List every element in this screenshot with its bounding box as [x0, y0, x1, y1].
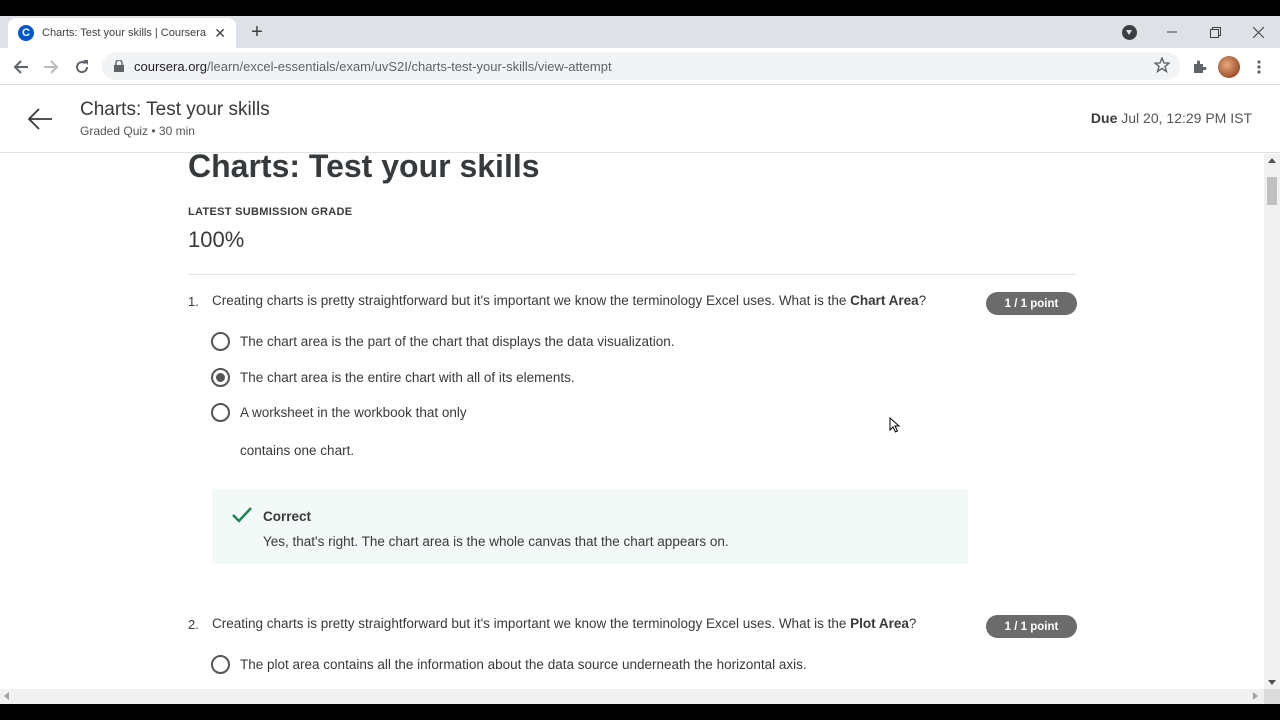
checkmark-icon: [232, 507, 252, 528]
divider: [188, 274, 1077, 275]
browser-toolbar: coursera.org/learn/excel-essentials/exam…: [0, 48, 1280, 85]
due-value: Jul 20, 12:29 PM IST: [1121, 110, 1252, 126]
radio-button[interactable]: [211, 332, 230, 351]
tab-title: Charts: Test your skills | Coursera: [42, 27, 207, 39]
grade-value: 100%: [188, 227, 245, 252]
answer-option[interactable]: A worksheet in the workbook that only: [211, 403, 467, 422]
header-title: Charts: Test your skills: [80, 99, 270, 120]
reload-icon[interactable]: [69, 54, 95, 80]
browser-tab[interactable]: C Charts: Test your skills | Coursera ✕: [8, 18, 236, 48]
radio-button[interactable]: [211, 655, 230, 674]
scroll-left-icon[interactable]: [4, 692, 9, 700]
question-number: 2.: [188, 617, 199, 632]
tab-close-icon[interactable]: ✕: [214, 25, 226, 42]
answer-option[interactable]: The chart area is the entire chart with …: [211, 368, 575, 387]
profile-avatar[interactable]: [1216, 54, 1242, 80]
address-bar[interactable]: coursera.org/learn/excel-essentials/exam…: [102, 52, 1180, 80]
browser-menu-icon[interactable]: [1246, 54, 1272, 80]
due-label: Due: [1090, 110, 1118, 126]
scroll-up-icon[interactable]: [1268, 158, 1276, 163]
coursera-favicon-icon: C: [18, 25, 34, 41]
minimize-icon[interactable]: [1150, 16, 1194, 48]
quiz-content: Charts: Test your skills LATEST SUBMISSI…: [0, 154, 1264, 689]
question-number: 1.: [188, 294, 199, 309]
new-tab-plus-icon[interactable]: +: [246, 22, 268, 44]
scroll-down-icon[interactable]: [1268, 680, 1276, 685]
mouse-cursor-icon: [889, 416, 901, 438]
question-text: Creating charts is pretty straightforwar…: [212, 293, 927, 308]
points-badge: 1 / 1 point: [986, 292, 1077, 315]
option-label: The chart area is the part of the chart …: [240, 334, 675, 349]
vertical-scrollbar[interactable]: [1264, 154, 1280, 689]
quiz-header: Charts: Test your skills Graded Quiz • 3…: [0, 85, 1280, 153]
lock-icon: [114, 60, 124, 72]
question-text: Creating charts is pretty straightforwar…: [212, 616, 917, 631]
option-label: The chart area is the entire chart with …: [240, 370, 575, 385]
feedback-box: Correct Yes, that's right. The chart are…: [212, 489, 968, 564]
points-badge: 1 / 1 point: [986, 615, 1077, 638]
page: Charts: Test your skills Graded Quiz • 3…: [0, 85, 1280, 704]
back-icon[interactable]: [8, 54, 34, 80]
extensions-puzzle-icon[interactable]: [1186, 54, 1212, 80]
quiz-title: Charts: Test your skills: [188, 154, 540, 184]
answer-option[interactable]: The plot area contains all the informati…: [211, 655, 807, 674]
close-window-icon[interactable]: [1236, 16, 1280, 48]
forward-icon[interactable]: [38, 54, 64, 80]
option-label: The plot area contains all the informati…: [240, 657, 807, 672]
scrollbar-thumb[interactable]: [1267, 177, 1277, 205]
restore-icon[interactable]: [1193, 16, 1237, 48]
url-host: coursera.org: [134, 58, 207, 74]
back-arrow-icon[interactable]: [26, 105, 54, 133]
browser-titlebar: C Charts: Test your skills | Coursera ✕ …: [0, 16, 1280, 48]
bookmark-star-icon[interactable]: [1153, 56, 1171, 76]
feedback-text: Yes, that's right. The chart area is the…: [263, 534, 729, 549]
option-label: A worksheet in the workbook that only: [240, 405, 467, 420]
feedback-title: Correct: [263, 509, 312, 524]
url-path: /learn/excel-essentials/exam/uvS2I/chart…: [206, 58, 612, 74]
option-label-continuation: contains one chart.: [240, 443, 355, 458]
scroll-right-icon[interactable]: [1253, 692, 1258, 700]
horizontal-scrollbar[interactable]: [0, 689, 1264, 704]
tab-search-dropdown-icon[interactable]: [1122, 25, 1137, 40]
answer-option[interactable]: The chart area is the part of the chart …: [211, 332, 675, 351]
radio-button-selected[interactable]: [211, 368, 230, 387]
due-date: Due Jul 20, 12:29 PM IST: [1091, 110, 1252, 126]
grade-label: LATEST SUBMISSION GRADE: [188, 206, 353, 218]
header-subtitle: Graded Quiz • 30 min: [80, 124, 195, 138]
scrollbar-corner: [1264, 689, 1280, 704]
radio-button[interactable]: [211, 403, 230, 422]
